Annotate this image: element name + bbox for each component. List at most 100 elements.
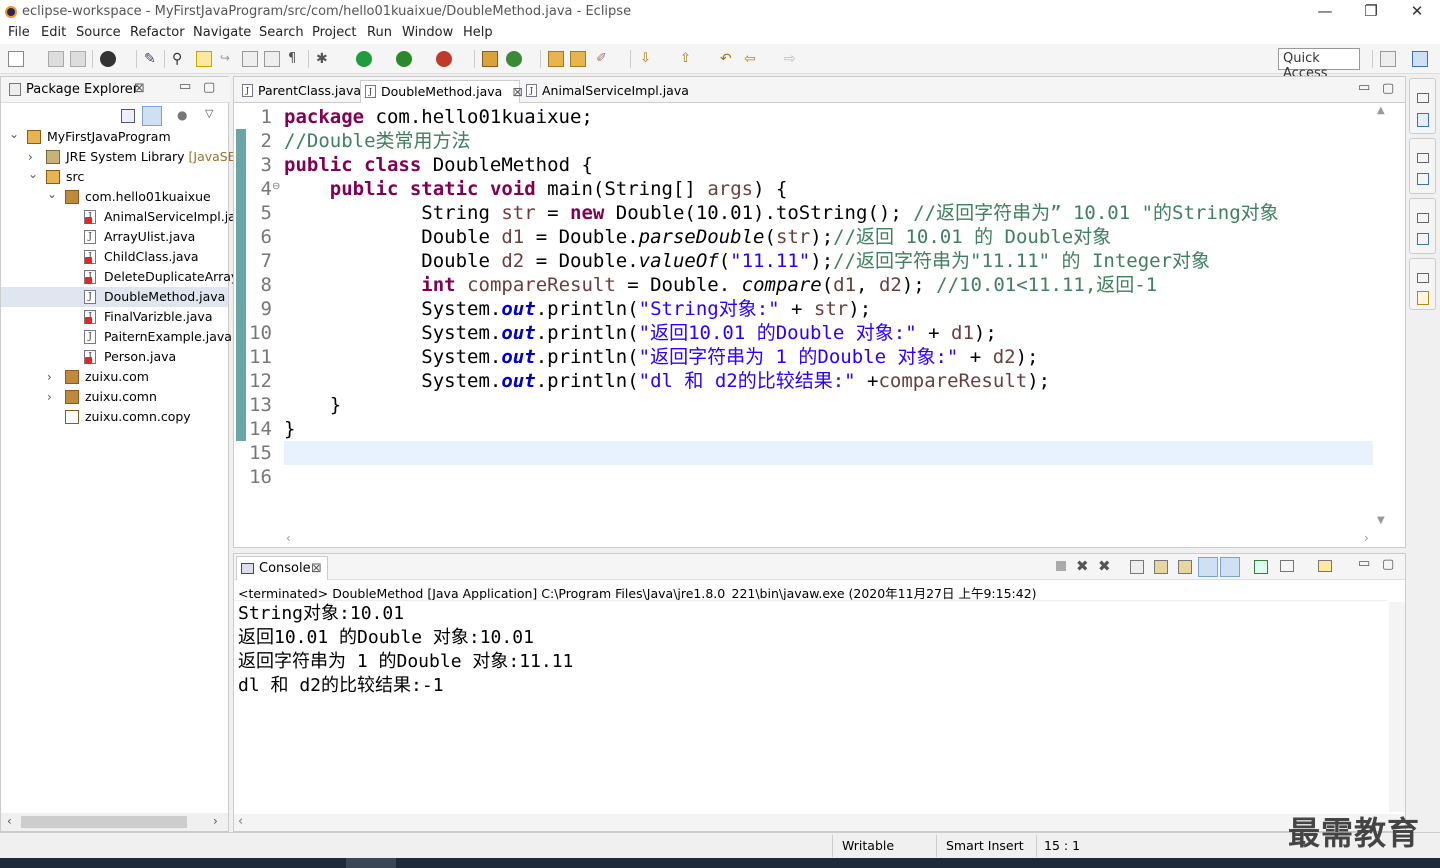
run-icon[interactable]: [356, 51, 372, 67]
close-tab-icon[interactable]: ⊠: [311, 561, 322, 576]
collapse-all-icon[interactable]: [121, 109, 135, 123]
maximize-button[interactable]: ❐: [1348, 0, 1394, 24]
new-icon[interactable]: [8, 51, 24, 67]
tree-item[interactable]: › zuixu.comn: [1, 387, 228, 407]
menu-file[interactable]: File: [8, 25, 30, 40]
console-vertical-scrollbar[interactable]: [1389, 602, 1405, 812]
editor-horizontal-scrollbar[interactable]: ‹ ›: [284, 531, 1373, 547]
remove-all-launches-icon[interactable]: ✖: [1098, 557, 1111, 575]
menu-edit[interactable]: Edit: [41, 25, 66, 40]
back-icon[interactable]: ⇦: [744, 51, 760, 67]
new-class-icon[interactable]: [506, 51, 522, 67]
tab-doublemethod[interactable]: J DoubleMethod.java ⊠: [360, 80, 523, 103]
mark-occurrences-icon[interactable]: [196, 51, 212, 67]
save-icon[interactable]: [48, 51, 64, 67]
minimize-button[interactable]: —: [1302, 0, 1348, 24]
tree-item[interactable]: ⌄ MyFirstJavaProgram: [1, 127, 228, 147]
maximize-console-icon[interactable]: ▢: [1382, 557, 1394, 572]
restore-icon[interactable]: [1417, 153, 1429, 163]
debug-icon[interactable]: ✱: [316, 51, 332, 67]
forward-icon[interactable]: ⇨: [784, 51, 800, 67]
menu-source[interactable]: Source: [76, 25, 121, 40]
task-list-icon[interactable]: [1417, 173, 1429, 185]
tree-item[interactable]: J ArrayUlist.java: [1, 227, 228, 247]
menu-run[interactable]: Run: [367, 25, 392, 40]
open-type-icon[interactable]: [548, 51, 564, 67]
word-wrap-icon[interactable]: [1178, 560, 1192, 574]
display-console-icon[interactable]: [1280, 560, 1294, 572]
link-editor-icon[interactable]: [142, 106, 162, 126]
skip-breakpoints-icon[interactable]: ✎: [144, 51, 160, 67]
javadoc-icon[interactable]: [1417, 291, 1429, 305]
maximize-editor-icon[interactable]: ▢: [1382, 81, 1394, 96]
word-wrap-icon[interactable]: ↪: [220, 51, 236, 67]
scroll-up-icon[interactable]: ▲: [1377, 105, 1385, 116]
menu-help[interactable]: Help: [463, 25, 493, 40]
tree-item[interactable]: › zuixu.com: [1, 367, 228, 387]
show-on-stderr-icon[interactable]: [1220, 557, 1240, 577]
tree-item[interactable]: J DoubleMethod.java: [1, 287, 228, 307]
fold-toggle-icon[interactable]: ⊖: [272, 181, 280, 192]
show-on-stdout-icon[interactable]: [1198, 557, 1218, 577]
expand-toggle-icon[interactable]: ›: [47, 387, 57, 407]
prev-annotation-icon[interactable]: ⇧: [680, 51, 696, 67]
collapse-toggle-icon[interactable]: ⌄: [47, 184, 57, 204]
tree-item[interactable]: J AnimalServiceImpl.ja: [1, 207, 236, 227]
hierarchy-icon[interactable]: ⚲: [172, 51, 188, 67]
restore-icon[interactable]: [1417, 93, 1429, 103]
minimize-editor-icon[interactable]: ▭: [1358, 80, 1370, 95]
tree-item[interactable]: J Person.java: [1, 347, 228, 367]
last-edit-icon[interactable]: ↶: [720, 51, 736, 67]
menu-refactor[interactable]: Refactor: [130, 25, 185, 40]
open-console-icon[interactable]: [1318, 560, 1332, 572]
scroll-left-icon[interactable]: ‹: [238, 814, 243, 829]
remove-launch-icon[interactable]: ✖: [1076, 557, 1089, 575]
menu-navigate[interactable]: Navigate: [193, 25, 251, 40]
coverage-icon[interactable]: [396, 51, 412, 67]
pe-horizontal-scrollbar[interactable]: ‹ ›: [1, 813, 228, 831]
save-all-icon[interactable]: [70, 51, 86, 67]
terminate-icon[interactable]: [1056, 561, 1066, 571]
package-explorer-title[interactable]: Package Explorer: [26, 82, 138, 97]
pe-scroll-thumb[interactable]: [21, 816, 187, 828]
collapse-toggle-icon[interactable]: ⌄: [9, 124, 19, 144]
java-perspective-icon[interactable]: [1412, 51, 1428, 67]
external-tools-icon[interactable]: [436, 51, 452, 67]
show-whitespace-icon[interactable]: [264, 51, 280, 67]
quick-access-input[interactable]: Quick Access: [1278, 48, 1360, 81]
next-annotation-icon[interactable]: ⇩: [640, 51, 656, 67]
open-perspective-icon[interactable]: [1380, 51, 1396, 67]
maximize-view-icon[interactable]: ▢: [203, 80, 215, 95]
tree-item[interactable]: J FinalVarizble.java: [1, 307, 228, 327]
close-button[interactable]: ✕: [1394, 0, 1440, 24]
expand-toggle-icon[interactable]: ›: [47, 367, 57, 387]
problems-icon[interactable]: [1417, 233, 1429, 245]
outline-icon[interactable]: [1417, 113, 1429, 127]
tree-item[interactable]: J DeleteDuplicateArray: [1, 267, 238, 287]
editor-vertical-scrollbar[interactable]: ▲ ▼: [1373, 103, 1391, 531]
tree-item[interactable]: ⌄ com.hello01kuaixue: [1, 187, 228, 207]
view-menu-icon[interactable]: ▽: [205, 107, 213, 120]
block-select-icon[interactable]: [242, 51, 258, 67]
tree-item[interactable]: J ChildClass.java: [1, 247, 228, 267]
pilcrow-icon[interactable]: ¶: [288, 51, 304, 67]
publish-icon[interactable]: [100, 51, 116, 67]
restore-icon[interactable]: [1417, 213, 1429, 223]
scroll-right-icon[interactable]: ›: [1364, 531, 1369, 545]
search-icon[interactable]: ✐: [596, 51, 612, 67]
tree-item[interactable]: zuixu.comn.copy: [1, 407, 228, 427]
minimize-view-icon[interactable]: ▭: [179, 79, 191, 94]
tab-animalserviceimpl[interactable]: J AnimalServiceImpl.java: [522, 80, 692, 103]
collapse-toggle-icon[interactable]: ⌄: [28, 164, 38, 184]
tab-parentclass[interactable]: J ParentClass.java: [238, 80, 361, 103]
open-task-icon[interactable]: [570, 51, 586, 67]
tab-console[interactable]: Console ⊠: [236, 556, 328, 580]
tree-item[interactable]: J PaiternExample.java: [1, 327, 232, 347]
scroll-left-icon[interactable]: ‹: [286, 531, 291, 545]
menu-search[interactable]: Search: [259, 25, 304, 40]
scroll-lock-icon[interactable]: [1154, 560, 1168, 574]
console-horizontal-scrollbar[interactable]: ‹: [234, 814, 1405, 831]
close-view-icon[interactable]: ⊠: [134, 81, 145, 96]
scroll-down-icon[interactable]: ▼: [1377, 515, 1385, 526]
scroll-left-icon[interactable]: ‹: [7, 814, 12, 828]
